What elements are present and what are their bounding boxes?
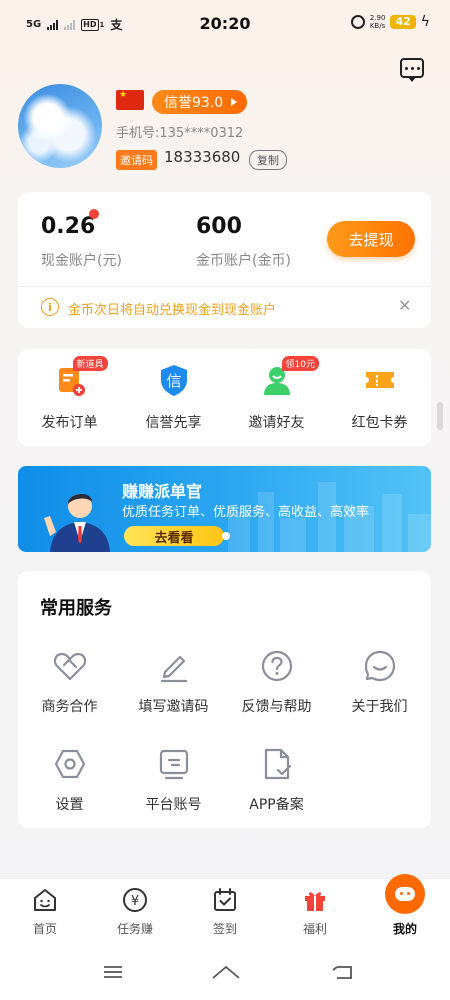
service-label: 商务合作 xyxy=(41,699,98,715)
net-speed-unit: KB/s xyxy=(369,22,386,30)
pencil-icon xyxy=(160,655,187,683)
services-title: 常用服务 xyxy=(40,598,112,619)
scroll-indicator xyxy=(437,402,443,430)
shield-icon: 信 xyxy=(157,362,191,398)
businessman-icon xyxy=(44,493,110,552)
invite-code-value: 18333680 xyxy=(164,148,241,166)
alarm-icon xyxy=(350,15,365,29)
system-nav-bar xyxy=(0,950,450,1000)
nav-label: 福利 xyxy=(302,922,327,936)
notification-dot xyxy=(89,209,99,219)
help-icon xyxy=(261,650,292,682)
nav-label: 签到 xyxy=(212,922,237,936)
order-icon: 新道具 xyxy=(53,356,108,398)
nav-tasks[interactable]: ¥ 任务赚 xyxy=(90,886,180,937)
coupon-icon xyxy=(363,362,397,398)
banner-view-button[interactable]: 去看看 xyxy=(124,526,224,546)
service-label: 设置 xyxy=(55,797,84,813)
nav-label: 我的 xyxy=(392,922,417,936)
home-button-icon[interactable] xyxy=(210,962,242,982)
service-label: 填写邀请码 xyxy=(138,699,209,715)
banner-title: 赚赚派单官 xyxy=(122,482,203,501)
quick-action-invite[interactable]: 领10元 邀请好友 xyxy=(225,356,328,432)
credit-badge-label: 信誉93.0 xyxy=(164,95,224,111)
quick-action-credit[interactable]: 信 信誉先享 xyxy=(122,362,225,432)
message-icon[interactable] xyxy=(400,58,424,82)
quick-action-publish-order[interactable]: 新道具 发布订单 xyxy=(18,356,121,432)
service-business[interactable]: 商务合作 xyxy=(18,648,121,716)
coin-account-label: 金币账户(金币) xyxy=(196,253,291,269)
copy-button[interactable]: 复制 xyxy=(249,150,287,170)
nav-home[interactable]: 首页 xyxy=(0,886,90,937)
cash-balance[interactable]: 0.26 xyxy=(41,214,95,239)
monitor-icon xyxy=(159,749,188,780)
settings-hexagon-icon xyxy=(54,749,85,779)
cash-account-label: 现金账户(元) xyxy=(41,253,122,269)
avatar[interactable] xyxy=(18,84,102,168)
nav-mine[interactable]: 我的 xyxy=(360,874,450,937)
service-label: APP备案 xyxy=(249,797,304,813)
net-speed: 2.90 KB/s xyxy=(370,14,386,30)
china-flag-icon: ★ xyxy=(116,90,144,110)
banner-subtitle: 优质任务订单、优质服务、高收益、高效率 xyxy=(122,505,370,520)
quick-action-label: 红包卡券 xyxy=(351,415,408,431)
service-invite-code[interactable]: 填写邀请码 xyxy=(122,648,225,716)
svg-text:信: 信 xyxy=(166,372,181,390)
menu-icon[interactable] xyxy=(102,964,124,980)
calendar-check-icon xyxy=(214,888,236,911)
quick-action-coupon[interactable]: 红包卡券 xyxy=(328,362,431,432)
service-label: 平台账号 xyxy=(145,797,202,813)
service-label: 关于我们 xyxy=(351,699,408,715)
new-item-tag: 新道具 xyxy=(72,356,108,371)
nav-welfare[interactable]: 福利 xyxy=(270,886,360,937)
credit-badge[interactable]: 信誉93.0 xyxy=(152,90,248,114)
invite-friend-icon: 领10元 xyxy=(260,356,319,398)
service-about[interactable]: 关于我们 xyxy=(328,648,431,716)
exchange-notice: 金币次日将自动兑换现金到现金账户 xyxy=(68,303,277,318)
document-check-icon xyxy=(264,748,291,780)
service-label: 反馈与帮助 xyxy=(241,699,312,715)
svg-text:¥: ¥ xyxy=(131,894,139,909)
quick-action-label: 发布订单 xyxy=(41,415,98,431)
service-app-filing[interactable]: APP备案 xyxy=(225,746,328,814)
play-arrow-icon xyxy=(231,98,238,106)
net-speed-value: 2.90 xyxy=(369,14,386,22)
handshake-heart-icon xyxy=(53,652,86,681)
service-feedback[interactable]: 反馈与帮助 xyxy=(225,648,328,716)
service-platform-account[interactable]: 平台账号 xyxy=(122,746,225,814)
yuan-coin-icon: ¥ xyxy=(123,888,147,912)
charging-icon: ϟ xyxy=(420,14,430,30)
reward-tag: 领10元 xyxy=(281,356,319,371)
gift-icon xyxy=(305,892,325,911)
close-icon[interactable]: ✕ xyxy=(398,296,411,315)
withdraw-button[interactable]: 去提现 xyxy=(327,221,415,257)
mine-icon xyxy=(385,874,425,914)
nav-label: 任务赚 xyxy=(116,922,153,936)
battery-level: 42 xyxy=(390,15,416,29)
home-icon xyxy=(34,889,56,911)
status-right: 2.90 KB/s 42 ϟ xyxy=(350,14,430,30)
service-settings[interactable]: 设置 xyxy=(18,746,121,814)
phone-number: 手机号:135****0312 xyxy=(116,126,244,141)
nav-checkin[interactable]: 签到 xyxy=(180,886,270,937)
coin-balance[interactable]: 600 xyxy=(196,214,242,239)
divider xyxy=(18,286,431,287)
chat-smile-icon xyxy=(364,650,395,682)
status-bar: 5G HD 1 支 20:20 2.90 KB/s 42 ϟ xyxy=(0,0,450,48)
quick-action-label: 邀请好友 xyxy=(248,415,305,431)
info-icon: i xyxy=(41,298,59,316)
back-icon[interactable] xyxy=(331,963,355,981)
banner-indicator xyxy=(222,532,230,540)
nav-label: 首页 xyxy=(32,922,57,936)
quick-action-label: 信誉先享 xyxy=(145,415,202,431)
invite-code-tag: 邀请码 xyxy=(116,150,157,170)
